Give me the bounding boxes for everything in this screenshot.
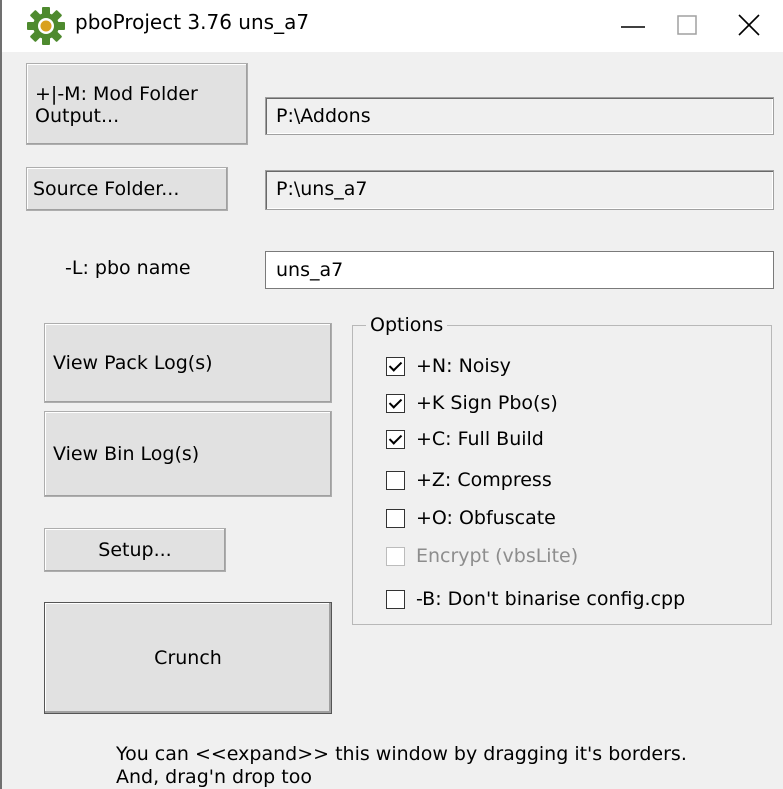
compress-checkbox[interactable] bbox=[386, 470, 405, 490]
minimize-button[interactable] bbox=[610, 6, 656, 46]
option-label: +C: Full Build bbox=[416, 428, 544, 450]
full-build-checkbox[interactable] bbox=[386, 429, 405, 449]
hint-text-line2: And, drag'n drop too bbox=[116, 766, 312, 788]
option-label: +O: Obfuscate bbox=[416, 507, 556, 529]
maximize-button[interactable] bbox=[664, 6, 710, 46]
option-noisy[interactable]: +N: Noisy bbox=[386, 352, 511, 380]
options-group-label: Options bbox=[366, 313, 448, 337]
maximize-icon bbox=[677, 15, 697, 35]
option-label: +N: Noisy bbox=[416, 355, 511, 377]
window-border bbox=[0, 0, 2, 789]
option-label: Encrypt (vbsLite) bbox=[416, 545, 579, 567]
option-dont-binarise[interactable]: -B: Don't binarise config.cpp bbox=[386, 585, 685, 613]
source-folder-button[interactable]: Source Folder... bbox=[26, 167, 228, 211]
setup-button[interactable]: Setup... bbox=[44, 528, 226, 572]
hint-text-line1: You can <<expand>> this window by draggi… bbox=[116, 743, 687, 765]
obfuscate-checkbox[interactable] bbox=[386, 508, 405, 528]
view-bin-log-button[interactable]: View Bin Log(s) bbox=[44, 411, 332, 497]
mod-folder-output-button[interactable]: +|-M: Mod Folder Output... bbox=[26, 63, 248, 145]
option-label: -B: Don't binarise config.cpp bbox=[416, 588, 686, 610]
close-icon bbox=[738, 14, 760, 36]
source-folder-field[interactable]: P:\uns_a7 bbox=[265, 170, 774, 210]
crunch-button[interactable]: Crunch bbox=[44, 602, 332, 714]
dont-binarise-checkbox[interactable] bbox=[386, 589, 405, 609]
window-title: pboProject 3.76 uns_a7 bbox=[75, 10, 310, 34]
mod-folder-output-field[interactable]: P:\Addons bbox=[265, 97, 774, 135]
option-encrypt: Encrypt (vbsLite) bbox=[386, 542, 578, 570]
pbo-name-input[interactable]: uns_a7 bbox=[265, 251, 774, 289]
option-compress[interactable]: +Z: Compress bbox=[386, 466, 552, 494]
option-full-build[interactable]: +C: Full Build bbox=[386, 425, 544, 453]
gear-icon bbox=[27, 7, 65, 45]
title-bar[interactable]: pboProject 3.76 uns_a7 bbox=[2, 0, 783, 52]
encrypt-checkbox bbox=[386, 546, 405, 566]
app-window: pboProject 3.76 uns_a7 +|-M: Mod Folder … bbox=[0, 0, 783, 789]
noisy-checkbox[interactable] bbox=[386, 356, 405, 376]
option-sign-pbo[interactable]: +K Sign Pbo(s) bbox=[386, 389, 558, 417]
option-label: +Z: Compress bbox=[416, 469, 552, 491]
option-label: +K Sign Pbo(s) bbox=[416, 392, 558, 414]
sign-pbo-checkbox[interactable] bbox=[386, 393, 405, 413]
close-button[interactable] bbox=[726, 6, 772, 46]
pbo-name-label: -L: pbo name bbox=[65, 257, 191, 279]
view-pack-log-button[interactable]: View Pack Log(s) bbox=[44, 323, 332, 403]
option-obfuscate[interactable]: +O: Obfuscate bbox=[386, 504, 556, 532]
